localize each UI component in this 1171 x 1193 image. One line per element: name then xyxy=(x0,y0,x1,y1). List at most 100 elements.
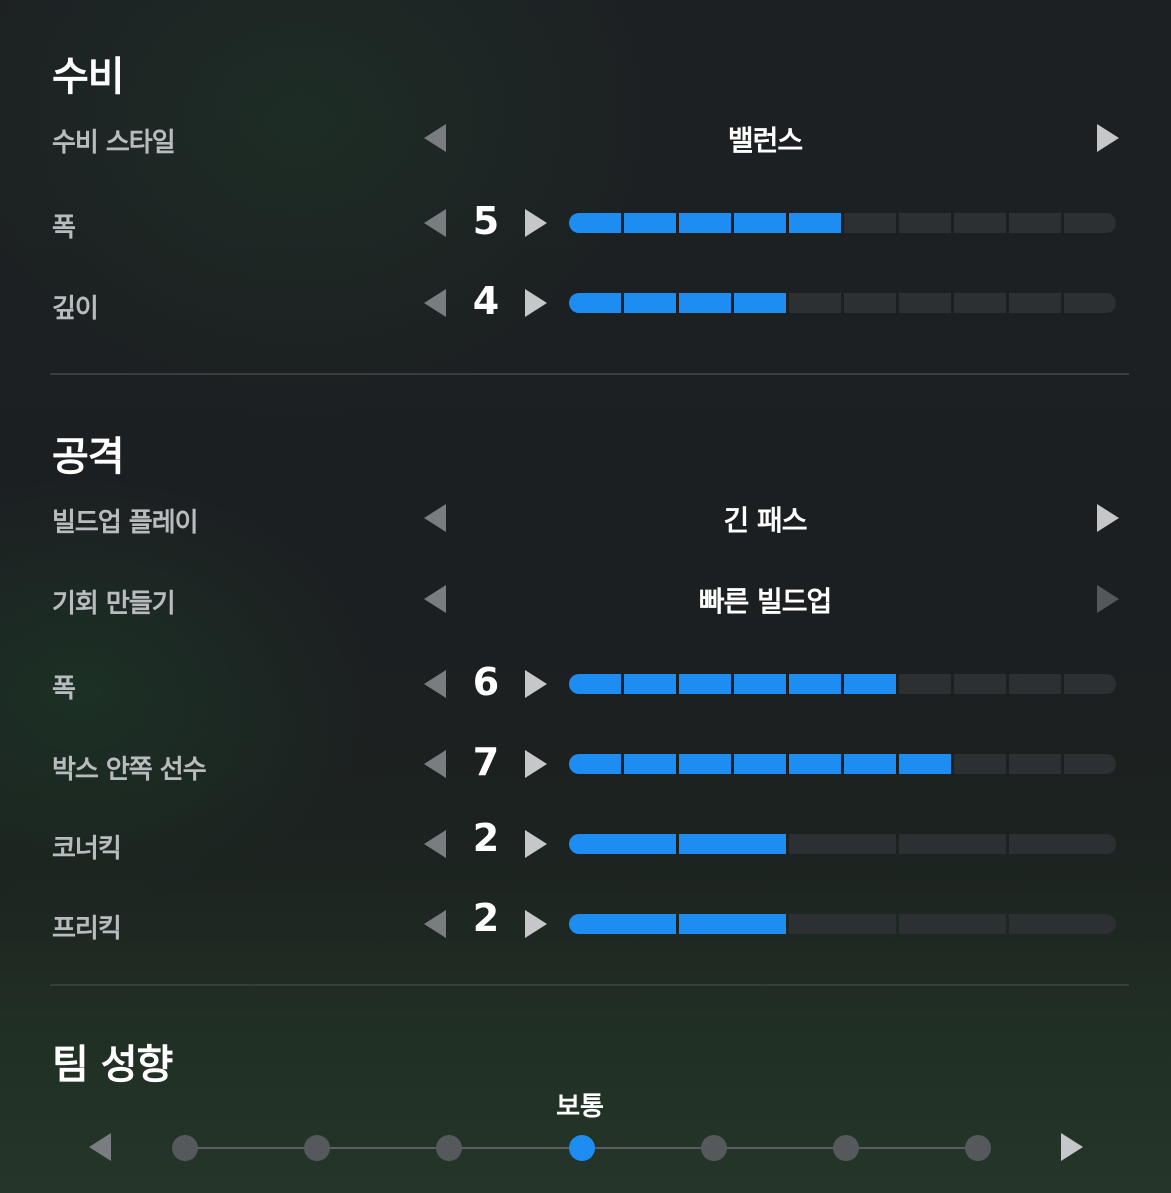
level-segment xyxy=(844,674,896,694)
level-segment xyxy=(734,213,786,233)
level-segment xyxy=(734,754,786,774)
attack-width-value: 6 xyxy=(472,660,500,704)
players-in-box-increase-arrow-icon[interactable] xyxy=(525,750,547,778)
corner-kick-decrease-arrow-icon[interactable] xyxy=(424,830,446,858)
attack-width-label: 폭 xyxy=(52,674,76,704)
level-segment xyxy=(569,213,621,233)
level-segment xyxy=(679,834,786,854)
level-segment xyxy=(789,213,841,233)
players-in-box-value: 7 xyxy=(472,740,500,784)
level-segment xyxy=(1064,213,1116,233)
level-segment xyxy=(789,754,841,774)
section-divider xyxy=(50,373,1129,375)
defense-width-bar[interactable] xyxy=(569,213,1116,233)
level-segment xyxy=(624,293,676,313)
defense-style-next-arrow-icon[interactable] xyxy=(1097,124,1119,152)
free-kick-increase-arrow-icon[interactable] xyxy=(525,910,547,938)
buildup-prev-arrow-icon[interactable] xyxy=(424,504,446,532)
level-segment xyxy=(954,213,1006,233)
level-segment xyxy=(899,213,951,233)
level-segment xyxy=(789,293,841,313)
level-segment xyxy=(844,293,896,313)
buildup-play-value: 긴 패스 xyxy=(723,504,807,537)
level-segment xyxy=(899,754,951,774)
chance-next-arrow-icon[interactable] xyxy=(1097,585,1119,613)
free-kick-label: 프리킥 xyxy=(52,914,122,944)
level-segment xyxy=(899,834,1006,854)
chance-creation-value: 빠른 빌드업 xyxy=(698,585,833,618)
slider-stop[interactable] xyxy=(700,1135,727,1161)
level-segment xyxy=(569,293,621,313)
free-kick-decrease-arrow-icon[interactable] xyxy=(424,910,446,938)
level-segment xyxy=(679,213,731,233)
attack-width-bar[interactable] xyxy=(569,674,1116,694)
level-segment xyxy=(679,674,731,694)
slider-stop[interactable] xyxy=(568,1135,595,1161)
players-in-box-label: 박스 안쪽 선수 xyxy=(52,755,207,785)
level-segment xyxy=(899,293,951,313)
defense-width-decrease-arrow-icon[interactable] xyxy=(424,209,446,237)
level-segment xyxy=(954,293,1006,313)
level-segment xyxy=(569,674,621,694)
slider-stop[interactable] xyxy=(832,1135,859,1161)
level-segment xyxy=(679,914,786,934)
level-segment xyxy=(1064,674,1116,694)
level-segment xyxy=(734,293,786,313)
players-in-box-bar[interactable] xyxy=(569,754,1116,774)
slider-stop[interactable] xyxy=(436,1135,463,1161)
level-segment xyxy=(679,293,731,313)
slider-stop[interactable] xyxy=(172,1135,198,1161)
level-segment xyxy=(789,914,896,934)
attack-width-increase-arrow-icon[interactable] xyxy=(525,670,547,698)
team-tendency-value: 보통 xyxy=(556,1092,604,1122)
slider-stop[interactable] xyxy=(965,1135,991,1161)
defense-width-value: 5 xyxy=(472,199,500,243)
level-segment xyxy=(1064,293,1116,313)
team-tendency-title: 팀 성향 xyxy=(52,1042,173,1088)
level-segment xyxy=(899,914,1006,934)
team-tendency-next-arrow-icon[interactable] xyxy=(1061,1133,1083,1161)
corner-kick-bar[interactable] xyxy=(569,834,1116,854)
free-kick-value: 2 xyxy=(472,896,500,940)
corner-kick-label: 코너킥 xyxy=(52,834,122,864)
attack-width-decrease-arrow-icon[interactable] xyxy=(424,670,446,698)
level-segment xyxy=(1009,293,1061,313)
defense-depth-value: 4 xyxy=(472,279,500,323)
slider-stop[interactable] xyxy=(304,1135,331,1161)
level-segment xyxy=(1064,754,1116,774)
players-in-box-decrease-arrow-icon[interactable] xyxy=(424,750,446,778)
level-segment xyxy=(1009,754,1061,774)
level-segment xyxy=(569,834,676,854)
level-segment xyxy=(1009,674,1061,694)
defense-depth-label: 깊이 xyxy=(52,294,99,324)
defense-style-prev-arrow-icon[interactable] xyxy=(424,124,446,152)
level-segment xyxy=(569,914,676,934)
level-segment xyxy=(844,754,896,774)
level-segment xyxy=(789,834,896,854)
buildup-play-label: 빌드업 플레이 xyxy=(52,508,199,538)
buildup-next-arrow-icon[interactable] xyxy=(1097,504,1119,532)
defense-depth-bar[interactable] xyxy=(569,293,1116,313)
level-segment xyxy=(1009,834,1116,854)
defense-section-title: 수비 xyxy=(52,54,125,100)
level-segment xyxy=(954,754,1006,774)
level-segment xyxy=(624,754,676,774)
level-segment xyxy=(1009,914,1116,934)
team-tendency-prev-arrow-icon[interactable] xyxy=(89,1133,111,1161)
level-segment xyxy=(1009,213,1061,233)
chance-creation-label: 기회 만들기 xyxy=(52,589,176,619)
level-segment xyxy=(844,213,896,233)
defense-depth-increase-arrow-icon[interactable] xyxy=(525,289,547,317)
corner-kick-value: 2 xyxy=(472,816,500,860)
defense-width-increase-arrow-icon[interactable] xyxy=(525,209,547,237)
level-segment xyxy=(679,754,731,774)
level-segment xyxy=(899,674,951,694)
chance-prev-arrow-icon[interactable] xyxy=(424,585,446,613)
attack-section-title: 공격 xyxy=(52,434,125,480)
level-segment xyxy=(789,674,841,694)
level-segment xyxy=(624,674,676,694)
defense-depth-decrease-arrow-icon[interactable] xyxy=(424,289,446,317)
corner-kick-increase-arrow-icon[interactable] xyxy=(525,830,547,858)
defense-style-value: 밸런스 xyxy=(727,124,803,157)
free-kick-bar[interactable] xyxy=(569,914,1116,934)
